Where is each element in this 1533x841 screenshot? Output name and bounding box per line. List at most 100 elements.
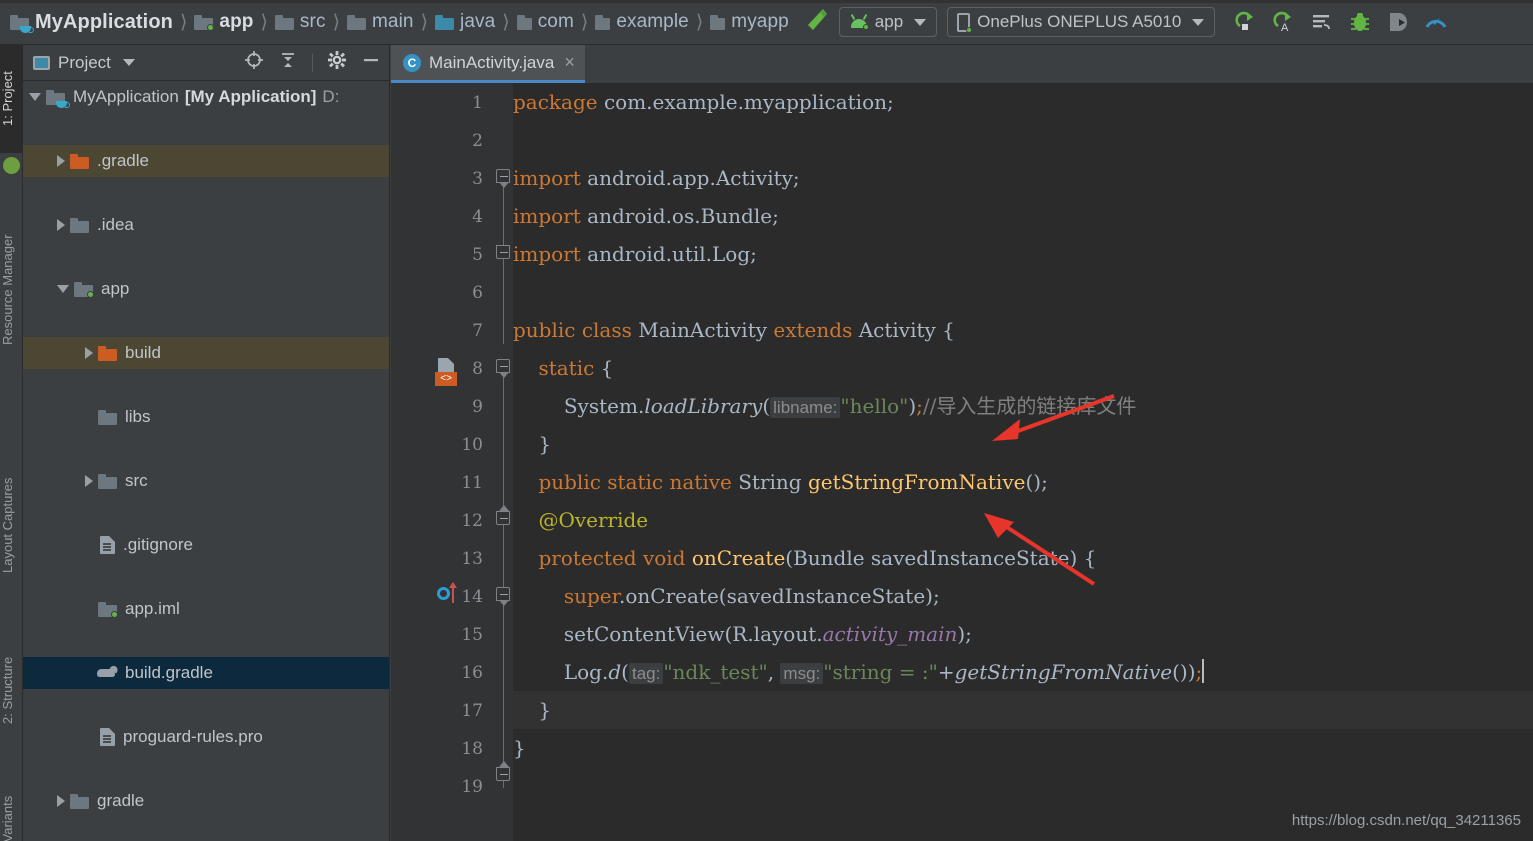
tree-row-gradle-folder[interactable]: gradle [23, 785, 389, 817]
file-icon [100, 728, 115, 746]
text-cursor [1202, 659, 1205, 683]
run-config-label: app [874, 12, 904, 31]
chevron-right-icon[interactable] [57, 155, 65, 167]
folder-icon [70, 793, 89, 809]
tab-mainactivity-java[interactable]: C MainActivity.java × [391, 45, 585, 83]
svg-text:A: A [1281, 22, 1289, 34]
logcat-button[interactable] [1309, 9, 1335, 35]
tree-row-myapplication[interactable]: MyApplication [My Application] D: [23, 81, 389, 113]
code-editor[interactable]: 1 2 3 4 5 6 7 8 9 10 11 12 13 14 15 16 1… [391, 83, 1533, 841]
tree-row-app-gitignore[interactable]: .gitignore [23, 529, 389, 561]
tree-row-libs[interactable]: libs [23, 401, 389, 433]
project-panel-actions [244, 50, 381, 75]
fold-icon-oncreate-end[interactable] [496, 761, 510, 781]
code-line-14: super.onCreate(savedInstanceState); [563, 584, 940, 608]
tree-row-proguard-rules[interactable]: proguard-rules.pro [23, 721, 389, 753]
file-icon [100, 536, 115, 554]
tree-row-app[interactable]: app [23, 273, 389, 305]
folder-app-icon [98, 601, 118, 618]
chevron-down-icon[interactable] [29, 93, 41, 101]
code-line-17: } [513, 698, 552, 722]
chevron-right-icon[interactable] [57, 219, 65, 231]
left-tool-strip: 1: Project Resource Manager Layout Captu… [0, 45, 23, 841]
folder-icon [274, 14, 294, 30]
fold-icon-imports-end[interactable] [496, 245, 510, 259]
sidebar-tab-project[interactable]: 1: Project [0, 45, 23, 153]
folder-orange-icon [98, 345, 117, 361]
gear-icon[interactable] [327, 50, 347, 75]
code-line-12: @Override [538, 508, 649, 532]
breadcrumb-item-src[interactable]: src [273, 11, 328, 33]
folder-app-icon [74, 281, 94, 298]
folder-app-icon [194, 14, 215, 31]
phone-icon [957, 12, 973, 33]
locate-icon[interactable] [244, 50, 264, 75]
chevron-down-icon [122, 59, 135, 66]
code-folding-strip[interactable] [495, 83, 513, 841]
fold-icon-static-block-end[interactable] [496, 505, 510, 525]
tree-row-app-build-gradle[interactable]: build.gradle [23, 657, 389, 689]
code-line-7: public class MainActivity extends Activi… [513, 318, 955, 342]
collapse-all-icon[interactable] [278, 50, 298, 75]
chevron-right-icon[interactable] [85, 347, 93, 359]
java-class-icon: C [403, 53, 421, 72]
breadcrumb-item-example[interactable]: example [593, 11, 691, 33]
breadcrumb-item-main[interactable]: main [345, 11, 416, 33]
sidebar-tab-build-variants[interactable]: Build Variants [0, 775, 23, 841]
tree-row-idea[interactable]: .idea [23, 209, 389, 241]
minimize-icon[interactable] [361, 50, 381, 75]
run-configuration-selector[interactable]: app [838, 7, 938, 37]
override-method-gutter-icon[interactable] [437, 582, 463, 607]
breadcrumb-item-myapp[interactable]: myapp [708, 11, 791, 33]
hammer-icon[interactable] [803, 6, 829, 39]
breadcrumb-item-com[interactable]: com [515, 11, 576, 33]
code-line-16: Log.d(tag: "ndk_test", msg: "string = :"+g… [513, 659, 1205, 684]
code-text[interactable]: package com.example.myapplication; impor… [513, 83, 1533, 841]
chevron-right-icon[interactable] [85, 475, 93, 487]
debug-button[interactable] [1347, 9, 1373, 35]
fold-icon-static-block[interactable] [496, 359, 510, 378]
project-panel-title[interactable]: Project [33, 53, 135, 73]
chevron-down-icon[interactable] [57, 285, 69, 293]
sidebar-tab-layout-captures[interactable]: Layout Captures [0, 445, 23, 605]
fold-icon-oncreate[interactable] [496, 587, 510, 606]
close-icon[interactable]: × [564, 52, 575, 73]
top-toolbar: MyApplication ⟩ app ⟩ src ⟩ main ⟩ java [0, 0, 1533, 45]
profiler-button[interactable] [1423, 9, 1449, 35]
layout-xml-gutter-icon[interactable]: <> [435, 358, 459, 386]
module-folder-icon [46, 89, 70, 108]
sidebar-tab-structure[interactable]: 2: Structure [0, 625, 23, 755]
breadcrumb-item-java[interactable]: java [433, 11, 497, 33]
code-line-18: } [513, 736, 526, 760]
code-line-5: import android.util.Log; [513, 242, 757, 266]
code-line-15: setContentView(R.layout.activity_main); [513, 622, 972, 646]
breadcrumb-item-myapplication[interactable]: MyApplication [8, 11, 175, 34]
apply-changes-button[interactable]: A [1271, 9, 1297, 35]
folder-package-icon [516, 14, 532, 30]
folder-module-icon [10, 14, 34, 33]
breadcrumb: MyApplication ⟩ app ⟩ src ⟩ main ⟩ java [0, 11, 791, 34]
folder-package-icon [710, 14, 726, 30]
attach-debugger-button[interactable] [1385, 9, 1411, 35]
tree-row-src[interactable]: src [23, 465, 389, 497]
fold-icon-imports[interactable] [496, 169, 510, 188]
tree-row-gradle-dir[interactable]: .gradle [23, 145, 389, 177]
project-panel: Project MyApplication [My Application] D… [23, 45, 390, 841]
toolbar-actions: A [1233, 9, 1449, 35]
code-line-4: import android.os.Bundle; [513, 204, 779, 228]
current-line-highlight [513, 691, 1533, 729]
tree-row-app-iml[interactable]: app.iml [23, 593, 389, 625]
run-button[interactable] [1233, 9, 1259, 35]
sidebar-tab-resource-manager[interactable]: Resource Manager [0, 205, 23, 375]
chevron-right-icon[interactable] [57, 795, 65, 807]
breadcrumb-item-app[interactable]: app [192, 11, 255, 33]
breadcrumb-separator: ⟩ [695, 11, 704, 33]
code-line-11: public static native String getStringFro… [538, 470, 1048, 494]
project-tree[interactable]: MyApplication [My Application] D: .gradl… [23, 81, 389, 841]
android-icon [850, 13, 869, 30]
chevron-down-icon [1192, 18, 1205, 26]
divider [312, 53, 313, 72]
watermark-url: https://blog.csdn.net/qq_34211365 [1291, 812, 1521, 829]
device-selector[interactable]: OnePlus ONEPLUS A5010 [947, 7, 1216, 37]
tree-row-build[interactable]: build [23, 337, 389, 369]
